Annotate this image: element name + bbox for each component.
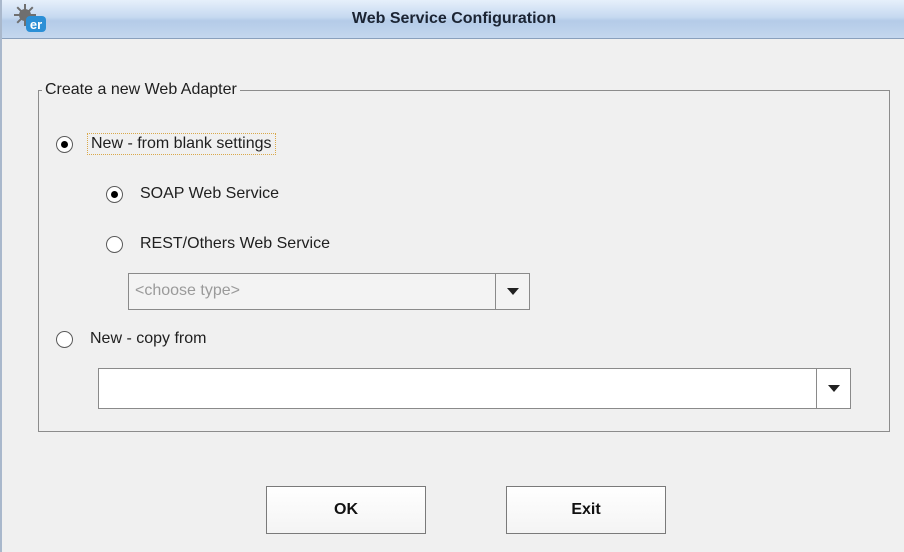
radio-rest-control[interactable]: [106, 235, 123, 253]
exit-button[interactable]: Exit: [506, 486, 666, 534]
radio-copy-from[interactable]: New - copy from: [56, 326, 209, 352]
radio-soap-label: SOAP Web Service: [140, 185, 280, 202]
title-bar[interactable]: er Web Service Configuration: [2, 0, 904, 39]
type-select[interactable]: <choose type>: [128, 273, 530, 310]
type-select-dropdown-button[interactable]: [495, 274, 529, 309]
copy-from-select[interactable]: [98, 368, 851, 409]
radio-copy-from-control[interactable]: [56, 330, 73, 348]
chevron-down-icon: [827, 385, 840, 392]
window-title: Web Service Configuration: [351, 10, 557, 27]
radio-rest-label: REST/Others Web Service: [140, 235, 330, 252]
radio-soap[interactable]: SOAP Web Service: [106, 181, 282, 207]
radio-new-blank-control[interactable]: [56, 135, 73, 153]
radio-soap-control[interactable]: [106, 185, 123, 203]
chevron-down-icon: [506, 288, 519, 295]
dialog-window: er Web Service Configuration Create a ne…: [0, 0, 904, 552]
radio-new-blank[interactable]: New - from blank settings: [56, 131, 276, 157]
radio-new-blank-label: New - from blank settings: [87, 133, 276, 155]
radio-rest[interactable]: REST/Others Web Service: [106, 231, 333, 257]
groupbox-legend: Create a new Web Adapter: [42, 80, 240, 100]
type-select-placeholder: <choose type>: [135, 282, 240, 299]
copy-from-dropdown-button[interactable]: [816, 369, 850, 408]
radio-copy-from-label: New - copy from: [90, 330, 207, 347]
ok-button[interactable]: OK: [266, 486, 426, 534]
